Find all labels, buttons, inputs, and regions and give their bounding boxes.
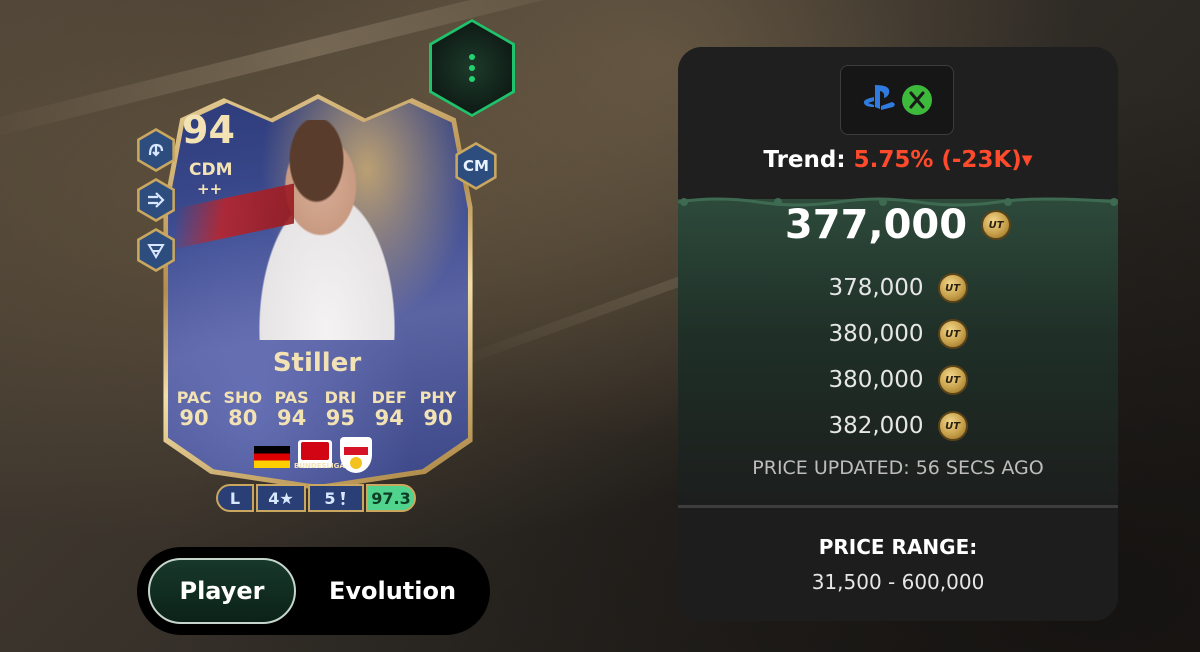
card-rating: 94: [182, 108, 235, 152]
skill-moves: 5: [308, 484, 364, 512]
coin-icon: UT: [981, 210, 1012, 240]
view-toggle: Player Evolution: [137, 547, 490, 635]
skill-icon: [340, 492, 345, 505]
price-value: 380,000: [828, 321, 924, 347]
price-row: 380,000 UT: [678, 357, 1118, 403]
skill-moves-value: 5: [324, 488, 336, 508]
card-score-badge: 97.3: [366, 484, 416, 512]
stat-sho: SHO 80: [223, 388, 263, 430]
price-range-title: PRICE RANGE:: [818, 535, 978, 559]
coin-icon: UT: [937, 365, 968, 395]
lowest-price-value: 377,000: [784, 202, 968, 248]
price-list: 378,000 UT 380,000 UT 380,000 UT 382,000 UT: [678, 265, 1118, 449]
trend-line: Trend: 5.75% (-23K)▼: [678, 147, 1118, 173]
stat-def: DEF 94: [371, 388, 407, 430]
price-value: 382,000: [828, 413, 924, 439]
price-updated-text: PRICE UPDATED: 56 SECS AGO: [752, 457, 1044, 479]
stat-dri: DRI 95: [324, 388, 357, 430]
coin-icon: UT: [937, 319, 968, 349]
nation-flag-icon: [254, 446, 290, 468]
player-name: Stiller: [272, 348, 362, 378]
club-crest-icon: [340, 437, 372, 473]
vertical-dots-icon: [432, 22, 512, 114]
stat-pac: PAC 90: [176, 388, 212, 430]
coin-icon: UT: [937, 273, 968, 303]
panel-divider: [678, 505, 1118, 508]
card-info-pills: L 4★ 5 97.3: [216, 484, 416, 512]
preferred-foot: L: [216, 484, 254, 512]
platform-selector[interactable]: [840, 65, 954, 135]
price-value: 380,000: [828, 367, 924, 393]
stat-pas: PAS 94: [274, 388, 309, 430]
price-value: 378,000: [828, 275, 924, 301]
trend-value: 5.75% (-23K): [853, 147, 1022, 173]
price-row: 380,000 UT: [678, 311, 1118, 357]
card-stats: PAC 90 SHO 80 PAS 94 DRI 95 DEF 94 PHY 90: [170, 388, 462, 430]
xbox-icon: [902, 85, 932, 115]
price-panel: Trend: 5.75% (-23K)▼ 377,000 UT 378,000 UT…: [678, 47, 1118, 621]
evolution-tab[interactable]: Evolution: [305, 558, 480, 624]
card-position-plus: ++: [197, 180, 223, 198]
trend-down-icon: ▼: [1021, 152, 1033, 169]
coin-icon: UT: [937, 411, 968, 441]
lowest-price: 377,000 UT: [678, 200, 1118, 248]
stat-phy: PHY 90: [419, 388, 457, 430]
weak-foot: 4★: [256, 484, 306, 512]
trend-label: Trend:: [763, 147, 846, 173]
alt-position-label: CM: [457, 145, 495, 187]
price-range-value: 31,500 - 600,000: [811, 570, 985, 594]
playstation-icon: [862, 82, 898, 118]
price-row: 378,000 UT: [678, 265, 1118, 311]
price-row: 382,000 UT: [678, 403, 1118, 449]
card-position: CDM: [189, 160, 233, 180]
league-label: BUNDESLIGA: [294, 462, 345, 470]
player-tab[interactable]: Player: [148, 558, 296, 624]
